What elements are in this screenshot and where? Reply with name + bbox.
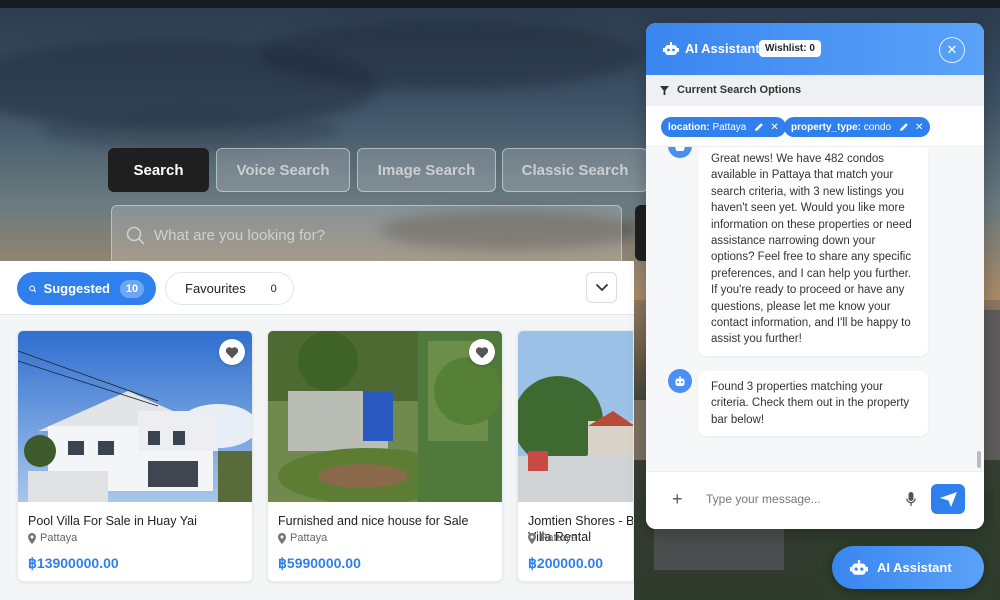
chat-messages[interactable]: Great news! We have 482 condos available… <box>646 147 984 471</box>
cloud <box>260 20 640 90</box>
property-card[interactable]: Jomtien Shores - B Villa Rental Pattaya … <box>517 330 634 582</box>
property-card[interactable]: Furnished and nice house for Sale Pattay… <box>267 330 503 582</box>
suggested-count-badge: 10 <box>120 279 144 298</box>
suggested-label: Suggested <box>43 281 110 296</box>
search-options-bar[interactable]: Current Search Options <box>646 75 984 106</box>
property-title: Pool Villa For Sale in Huay Yai <box>28 514 197 528</box>
property-location: Pattaya <box>528 532 577 544</box>
property-image <box>18 331 252 502</box>
property-image <box>518 331 633 502</box>
search-icon <box>29 285 37 292</box>
chat-scrollbar[interactable] <box>976 147 982 471</box>
chat-input-bar: + <box>646 471 984 529</box>
search-input[interactable] <box>154 226 554 244</box>
chat-title: AI Assistant <box>685 41 760 56</box>
chat-message: Great news! We have 482 condos available… <box>698 147 928 356</box>
property-location: Pattaya <box>28 532 77 544</box>
pencil-icon[interactable] <box>754 122 764 132</box>
tag-location[interactable]: location: Pattaya ✕ <box>661 117 786 137</box>
tab-voice-search[interactable]: Voice Search <box>216 148 350 192</box>
property-price: ฿200000.00 <box>528 555 604 571</box>
tag-property-type[interactable]: property_type: condo ✕ <box>784 117 931 137</box>
favourite-button[interactable] <box>469 339 495 365</box>
property-price: ฿5990000.00 <box>278 555 361 571</box>
bot-avatar <box>668 369 692 393</box>
chat-scrollbar-thumb[interactable] <box>977 451 981 468</box>
suggested-filter-button[interactable]: Suggested 10 <box>17 272 156 305</box>
bot-avatar <box>668 147 692 158</box>
send-icon <box>939 491 957 507</box>
robot-icon <box>663 42 679 55</box>
favourites-count-badge: 0 <box>270 282 277 295</box>
robot-icon <box>675 147 685 151</box>
ai-assistant-chat: AI Assistant Wishlist: 0 ✕ Current Searc… <box>646 23 984 529</box>
chat-message-input[interactable] <box>706 492 896 506</box>
close-chat-button[interactable]: ✕ <box>939 37 965 63</box>
location-pin-icon <box>28 532 36 544</box>
tab-image-search[interactable]: Image Search <box>357 148 496 192</box>
property-location: Pattaya <box>278 532 327 544</box>
cloud <box>40 110 340 150</box>
favourites-label: Favourites <box>185 281 246 296</box>
search-box <box>111 205 622 265</box>
robot-icon <box>675 375 685 386</box>
property-price: ฿13900000.00 <box>28 555 119 571</box>
collapse-panel-button[interactable] <box>586 272 617 303</box>
close-icon: ✕ <box>946 42 958 57</box>
favourites-filter-button[interactable]: Favourites 0 <box>165 272 294 305</box>
ai-assistant-fab[interactable]: AI Assistant <box>832 546 984 589</box>
send-message-button[interactable] <box>931 484 965 514</box>
filter-icon <box>660 86 669 95</box>
tab-classic-search[interactable]: Classic Search <box>502 148 648 192</box>
robot-icon <box>850 559 868 575</box>
tab-search[interactable]: Search <box>108 148 209 192</box>
heart-icon <box>225 346 239 358</box>
search-options-label: Current Search Options <box>677 84 802 96</box>
property-title: Furnished and nice house for Sale <box>278 514 469 528</box>
pencil-icon[interactable] <box>899 122 909 132</box>
heart-icon <box>475 346 489 358</box>
property-card[interactable]: Pool Villa For Sale in Huay Yai Pattaya … <box>17 330 253 582</box>
property-panel-header: Suggested 10 Favourites 0 <box>0 261 634 315</box>
search-icon <box>126 226 145 245</box>
wishlist-badge[interactable]: Wishlist: 0 <box>759 40 821 57</box>
fab-label: AI Assistant <box>877 560 952 575</box>
chevron-down-icon <box>595 283 608 292</box>
remove-tag-icon[interactable]: ✕ <box>770 122 778 133</box>
microphone-icon[interactable] <box>906 492 916 507</box>
property-image <box>268 331 502 502</box>
location-pin-icon <box>528 532 536 544</box>
search-option-tags: location: Pattaya ✕ property_type: condo… <box>646 106 984 147</box>
chat-header: AI Assistant Wishlist: 0 ✕ <box>646 23 984 75</box>
favourite-button[interactable] <box>219 339 245 365</box>
chat-message: Found 3 properties matching your criteri… <box>698 371 928 437</box>
top-bar <box>0 0 1000 8</box>
remove-tag-icon[interactable]: ✕ <box>915 122 923 133</box>
location-pin-icon <box>278 532 286 544</box>
add-attachment-button[interactable]: + <box>672 489 683 510</box>
